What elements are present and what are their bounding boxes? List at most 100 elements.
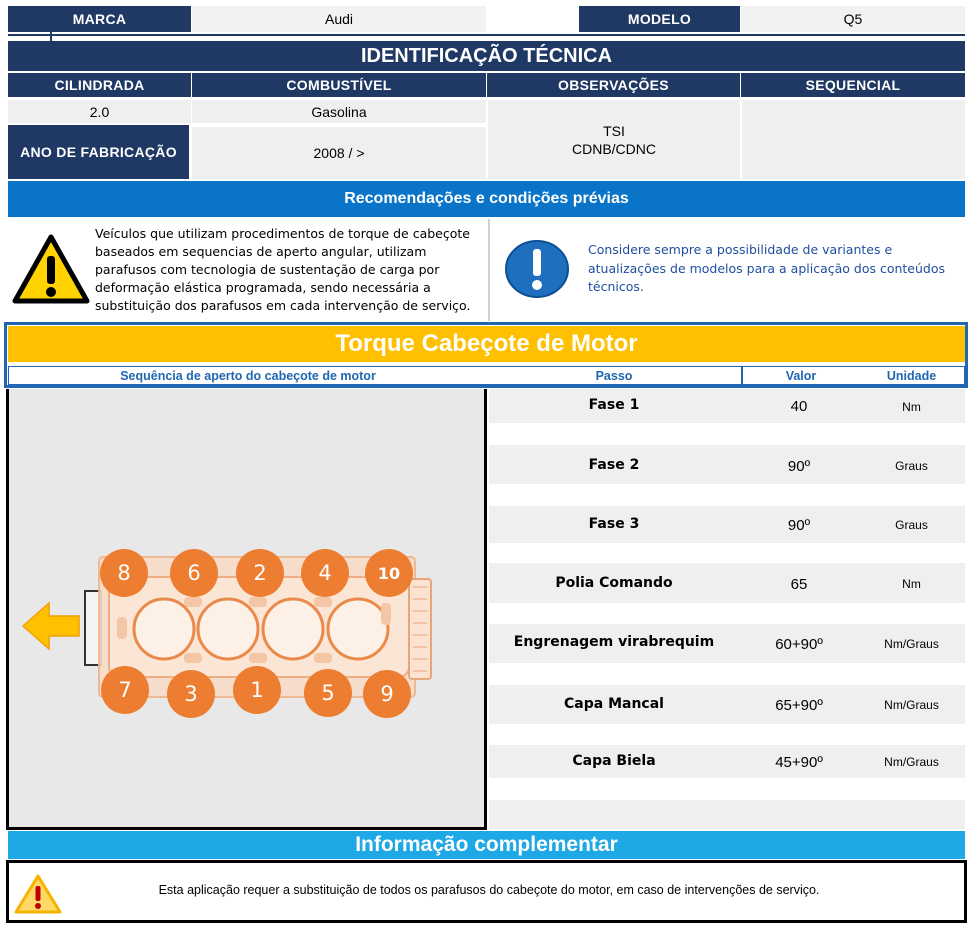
bolt-1-label: 1	[250, 678, 264, 702]
engine-diagram	[21, 556, 432, 698]
modelo-label-text: MODELO	[627, 11, 692, 27]
bolt-7-label: 7	[118, 678, 132, 702]
passo-label: Passo	[487, 367, 741, 384]
row-4-step: Polia Comando	[555, 575, 673, 591]
row-6-unit: Nm/Graus	[884, 698, 939, 712]
row-5-unit: Nm/Graus	[884, 637, 939, 651]
row-2-value: 90º	[787, 457, 811, 475]
torque-title-text: Torque Cabeçote de Motor	[335, 330, 638, 357]
observacoes-value: TSI CDNB/CDNC	[488, 100, 740, 179]
engine-panel: 8 6 2 4 10 7 3 1 5 9	[6, 389, 487, 830]
row-3-step: Fase 3	[588, 516, 640, 532]
bolt-9: 9	[363, 670, 411, 718]
bolt-6-label: 6	[187, 561, 201, 585]
bolt-3: 3	[167, 670, 215, 718]
recommendations-title: Recomendações e condições prévias	[8, 181, 965, 217]
row-5-value: 60+90º	[775, 635, 823, 653]
bolt-8: 8	[100, 549, 148, 597]
row-1-unit: Nm	[902, 400, 921, 414]
obs-line2: CDNB/CDNC	[572, 140, 656, 157]
warning-icon-small	[14, 874, 62, 914]
bolt-1: 1	[233, 666, 281, 714]
sequencial-value	[742, 100, 965, 179]
valor-label-text: Valor	[785, 368, 817, 383]
bolt-4-label: 4	[318, 561, 332, 585]
row-2-step: Fase 2	[588, 457, 640, 473]
row-1-value: 40	[790, 397, 808, 415]
complement-text: Esta aplicação requer a substituição de …	[158, 883, 820, 897]
info-icon	[505, 240, 569, 298]
torque-title: Torque Cabeçote de Motor	[8, 326, 965, 362]
obs-line1: TSI	[603, 122, 625, 139]
row-6-value: 65+90º	[775, 696, 823, 714]
row-4-value: 65	[790, 575, 808, 593]
unidade-label: Unidade	[859, 367, 964, 384]
complement-box: Esta aplicação requer a substituição de …	[6, 860, 967, 923]
bolt-4: 4	[301, 549, 349, 597]
observacoes-label: OBSERVAÇÕES	[487, 73, 740, 97]
bolt-9-label: 9	[380, 682, 394, 706]
unidade-label-text: Unidade	[886, 368, 937, 383]
bolt-2: 2	[236, 549, 284, 597]
row-7-unit: Nm/Graus	[884, 755, 939, 769]
cilindrada-value-text: 2.0	[89, 103, 110, 120]
complement-title-text: Informação complementar	[355, 833, 618, 856]
bolt-7: 7	[101, 666, 149, 714]
bolt-8-label: 8	[117, 561, 131, 585]
bolt-2-label: 2	[253, 561, 267, 585]
row-band-7	[489, 800, 965, 829]
seq-label-text: Sequência de aperto do cabeçote de motor	[120, 368, 376, 383]
passo-label-text: Passo	[595, 368, 633, 383]
bolt-3-label: 3	[184, 682, 198, 706]
cilindrada-value: 2.0	[8, 100, 191, 123]
row-7-step: Capa Biela	[572, 753, 656, 769]
complement-title: Informação complementar	[8, 831, 965, 859]
row-3-unit: Graus	[895, 518, 928, 532]
warning-box: Veículos que utilizam procedimentos de t…	[8, 219, 485, 321]
seq-label: Sequência de aperto do cabeçote de motor	[9, 367, 487, 384]
marca-label-text: MARCA	[72, 11, 127, 27]
info-text: Considere sempre a possibilidade de vari…	[588, 242, 946, 294]
ano-value-text: 2008 / >	[313, 145, 365, 161]
ano-label: ANO DE FABRICAÇÃO	[8, 125, 189, 179]
observacoes-label-text: OBSERVAÇÕES	[558, 77, 669, 93]
bolt-10: 10	[365, 549, 413, 597]
row-1-step: Fase 1	[588, 397, 640, 413]
torque-col-header: Sequência de aperto do cabeçote de motor…	[8, 366, 965, 385]
cilindrada-label-text: CILINDRADA	[54, 77, 145, 93]
row-4-unit: Nm	[902, 577, 921, 591]
tech-title-text: IDENTIFICAÇÃO TÉCNICA	[360, 44, 613, 67]
warning-icon	[12, 234, 90, 304]
arrow-left-icon	[21, 601, 80, 651]
marca-value: Audi	[192, 6, 486, 32]
row-7-value: 45+90º	[775, 753, 823, 771]
modelo-value-text: Q5	[843, 11, 863, 27]
modelo-label: MODELO	[579, 6, 740, 32]
tech-title: IDENTIFICAÇÃO TÉCNICA	[8, 41, 965, 71]
row-5-step: Engrenagem virabrequim	[513, 634, 715, 650]
bolt-6: 6	[170, 549, 218, 597]
bolt-10-label: 10	[377, 563, 401, 583]
recommendations-title-text: Recomendações e condições prévias	[344, 190, 629, 207]
modelo-value: Q5	[741, 6, 965, 32]
sequencial-label: SEQUENCIAL	[741, 73, 965, 97]
ano-label-text: ANO DE FABRICAÇÃO	[20, 144, 177, 160]
combustivel-label-text: COMBUSTÍVEL	[286, 77, 392, 93]
sequencial-label-text: SEQUENCIAL	[805, 77, 901, 93]
row-3-value: 90º	[787, 516, 811, 534]
info-box: Considere sempre a possibilidade de vari…	[488, 219, 965, 321]
combustivel-label: COMBUSTÍVEL	[192, 73, 486, 97]
bolt-5-label: 5	[321, 681, 335, 705]
cilindrada-label: CILINDRADA	[8, 73, 191, 97]
marca-value-text: Audi	[324, 11, 354, 27]
marca-label: MARCA	[8, 6, 191, 32]
combustivel-value-text: Gasolina	[311, 103, 367, 120]
bolt-5: 5	[304, 669, 352, 717]
row-6-step: Capa Mancal	[564, 696, 664, 712]
divider-line	[8, 34, 965, 36]
valor-label: Valor	[743, 367, 859, 384]
row-2-unit: Graus	[895, 459, 928, 473]
combustivel-value: Gasolina	[192, 100, 486, 123]
ano-value: 2008 / >	[192, 127, 486, 179]
warning-text: Veículos que utilizam procedimentos de t…	[95, 226, 471, 313]
